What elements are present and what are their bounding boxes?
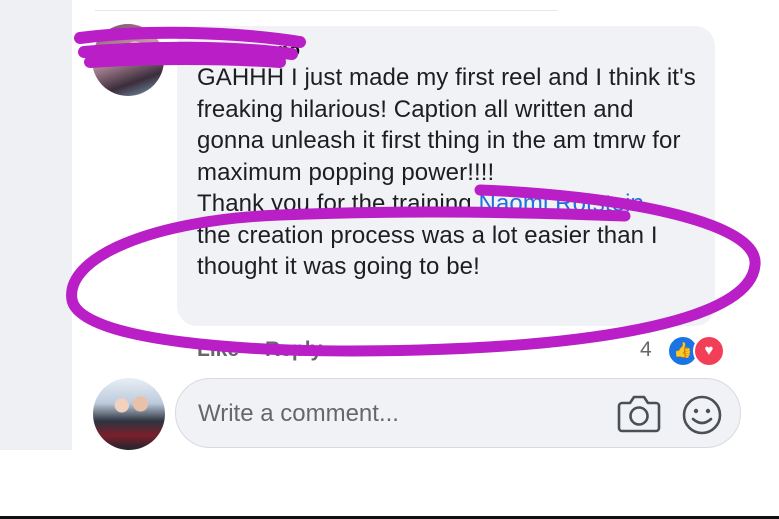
- left-margin: [0, 0, 72, 450]
- camera-icon[interactable]: [616, 392, 662, 434]
- reply-link[interactable]: Reply: [265, 338, 322, 361]
- smiley-face-icon[interactable]: [681, 394, 723, 436]
- comment-input-placeholder: Write a comment...: [198, 400, 399, 427]
- top-divider: [95, 10, 557, 11]
- comment-paragraph-1: GAHHH I just made my first reel and I th…: [197, 64, 696, 186]
- commenter-avatar[interactable]: [92, 24, 164, 96]
- heart-icon[interactable]: ♥: [693, 335, 725, 367]
- reaction-count[interactable]: 4: [640, 338, 652, 362]
- mention-link[interactable]: Naomi Rotstein: [479, 190, 644, 217]
- comment-actions: Like Reply: [197, 338, 348, 362]
- like-link[interactable]: Like: [197, 338, 239, 361]
- comment-text-before-mention: Thank you for the training: [197, 190, 479, 217]
- comment-author-name[interactable]: ono: [197, 40, 300, 61]
- comment-body: GAHHH I just made my first reel and I th…: [197, 62, 697, 283]
- bottom-area: [0, 450, 779, 518]
- current-user-avatar[interactable]: [93, 378, 165, 450]
- comment-paragraph-2: Thank you for the training Naomi Rotstei…: [197, 188, 697, 283]
